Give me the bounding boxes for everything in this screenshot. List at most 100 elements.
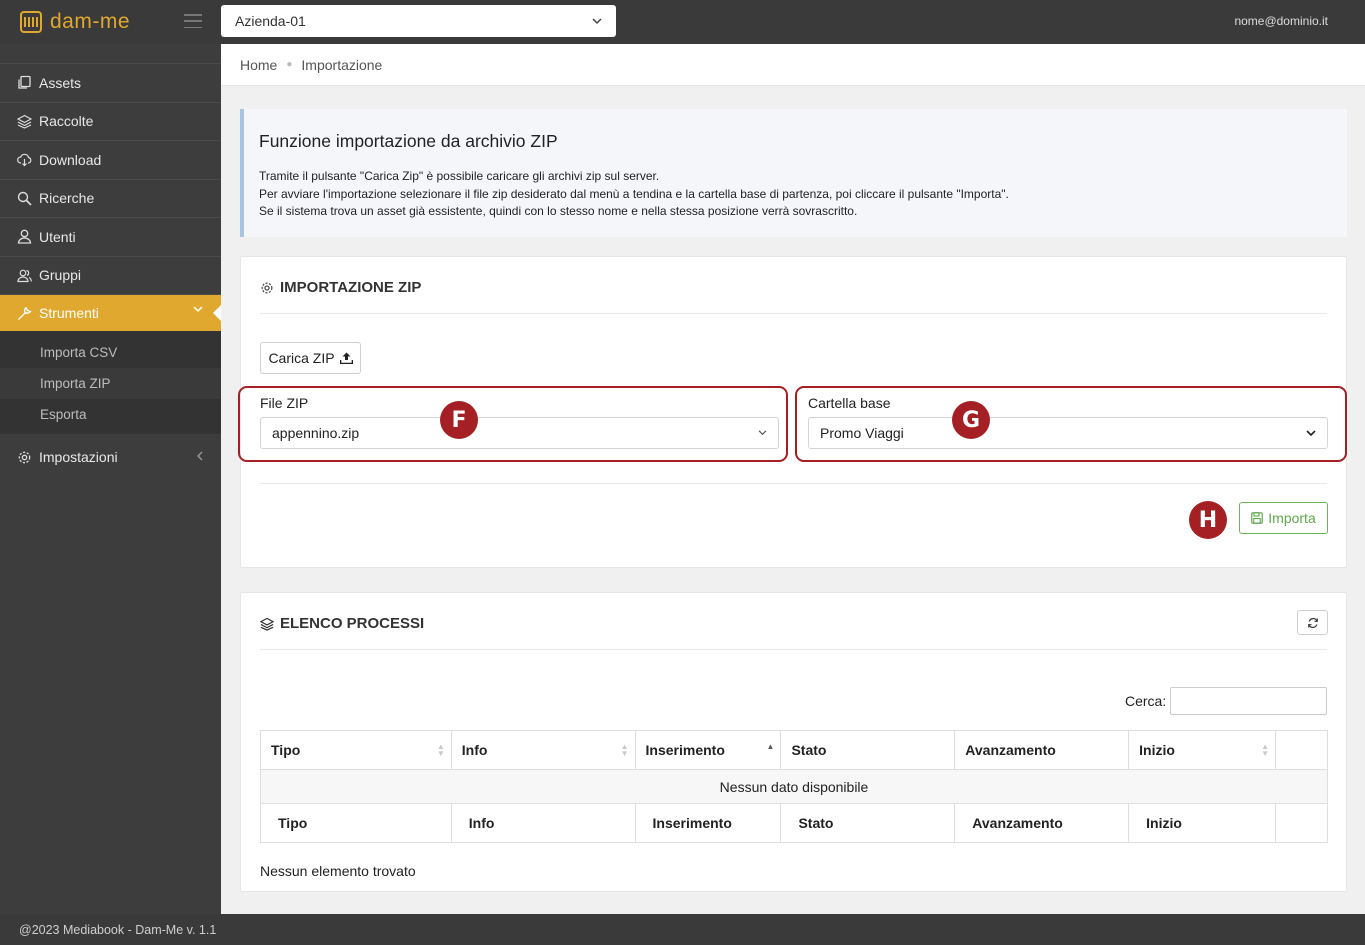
- upload-icon: [339, 352, 353, 364]
- strumenti-submenu: Importa CSV Importa ZIP Esporta: [0, 331, 221, 434]
- submenu-item-importa-csv[interactable]: Importa CSV: [0, 337, 221, 368]
- column-header-info[interactable]: Info ▲ ▼: [450, 730, 636, 770]
- footer-text: @2023 Mediabook - Dam-Me v. 1.1: [19, 922, 217, 937]
- cartella-base-label: Cartella base: [808, 395, 891, 411]
- submenu-item-esporta[interactable]: Esporta: [0, 399, 221, 430]
- column-header-stato: Stato: [780, 730, 956, 770]
- no-items-message: Nessun elemento trovato: [260, 863, 416, 879]
- top-bar: dam-me Azienda-01 nome@dominio.it: [0, 0, 1365, 44]
- sidebar-item-gruppi[interactable]: Gruppi: [0, 257, 221, 295]
- sidebar-item-raccolte[interactable]: Raccolte: [0, 103, 221, 141]
- search-input[interactable]: [1170, 687, 1327, 715]
- import-card-header: IMPORTAZIONE ZIP: [260, 279, 421, 296]
- callout-line: Per avviare l'importazione selezionare i…: [259, 186, 1009, 201]
- save-icon: [1251, 512, 1264, 524]
- sidebar-item-utenti[interactable]: Utenti: [0, 218, 221, 257]
- chevron-down-icon: [592, 17, 602, 24]
- wrench-icon: [16, 305, 32, 321]
- breadcrumb-separator: ●: [286, 59, 293, 70]
- table-row-empty: Nessun dato disponibile: [260, 769, 1328, 804]
- column-header-inserimento[interactable]: Inserimento ▲: [634, 730, 782, 770]
- sort-icon: ▲ ▼: [436, 742, 445, 758]
- sidebar-item-label: Impostazioni: [39, 449, 118, 466]
- callout-line: Se il sistema trova un asset già essiste…: [259, 204, 858, 218]
- import-zip-card: IMPORTAZIONE ZIP Carica ZIP File ZIP app…: [238, 256, 1347, 568]
- cartella-base-value: Promo Viaggi: [820, 425, 904, 441]
- footer-tipo: Tipo: [260, 803, 452, 843]
- process-card-header: ELENCO PROCESSI: [260, 615, 424, 632]
- sidebar-item-label: Assets: [39, 74, 82, 91]
- company-select-value: Azienda-01: [235, 13, 306, 29]
- gear-icon: [16, 449, 32, 465]
- cloud-download-icon: [16, 152, 32, 168]
- column-header-avanzamento: Avanzamento: [954, 730, 1130, 770]
- process-list-card: ELENCO PROCESSI Cerca: Tipo ▲ ▼ Info ▲ ▼ Ins…: [240, 592, 1347, 892]
- file-zip-select[interactable]: appennino.zip: [260, 417, 779, 449]
- sidebar-item-label: Strumenti: [39, 305, 99, 321]
- sidebar-item-assets[interactable]: Assets: [0, 64, 221, 103]
- user-icon: [16, 229, 32, 245]
- footer-stato: Stato: [780, 803, 956, 843]
- search-icon: [16, 190, 32, 206]
- footer-actions: [1275, 803, 1328, 843]
- upload-zip-label: Carica ZIP: [268, 350, 335, 366]
- sidebar-item-label: Utenti: [39, 228, 76, 245]
- menu-toggle-icon[interactable]: [184, 14, 202, 28]
- refresh-button[interactable]: [1297, 610, 1328, 635]
- table-footer-row: Tipo Info Inserimento Stato Avanzamento …: [260, 803, 1328, 843]
- logo-icon: [20, 11, 42, 33]
- brand-name: dam-me: [50, 10, 131, 33]
- footer-inserimento: Inserimento: [634, 803, 782, 843]
- footer-avanzamento: Avanzamento: [954, 803, 1130, 843]
- sort-icon: ▲ ▼: [1261, 742, 1270, 758]
- footer: @2023 Mediabook - Dam-Me v. 1.1: [0, 914, 1365, 945]
- info-callout: Funzione importazione da archivio ZIP Tr…: [240, 109, 1347, 237]
- import-button-label: Importa: [1268, 510, 1316, 526]
- table-header-row: Tipo ▲ ▼ Info ▲ ▼ Inserimento ▲ Stato Avanzam…: [260, 730, 1328, 770]
- sidebar-item-label: Raccolte: [39, 113, 94, 130]
- column-header-inizio[interactable]: Inizio ▲ ▼: [1128, 730, 1277, 770]
- breadcrumb-home[interactable]: Home: [240, 57, 277, 73]
- sidebar-item-label: Download: [39, 151, 102, 168]
- footer-info: Info: [450, 803, 636, 843]
- process-table: Tipo ▲ ▼ Info ▲ ▼ Inserimento ▲ Stato Avanzam…: [260, 730, 1328, 843]
- file-zip-label: File ZIP: [260, 395, 309, 411]
- gear-icon: [261, 282, 273, 293]
- chevron-down-icon: [758, 430, 767, 436]
- callout-line: Tramite il pulsante "Carica Zip" è possi…: [259, 169, 660, 183]
- chevron-left-icon: [197, 451, 203, 461]
- submenu-item-importa-zip[interactable]: Importa ZIP: [0, 368, 221, 399]
- card-title: IMPORTAZIONE ZIP: [280, 279, 422, 296]
- users-icon: [16, 267, 32, 283]
- annotation-badge-h: H: [1189, 501, 1227, 539]
- cartella-base-select[interactable]: Promo Viaggi: [808, 417, 1328, 449]
- breadcrumb-current: Importazione: [301, 56, 383, 73]
- sidebar-item-label: Gruppi: [39, 267, 82, 284]
- column-header-actions: [1275, 730, 1328, 770]
- user-email[interactable]: nome@dominio.it: [1234, 14, 1328, 28]
- layers-icon: [16, 113, 32, 129]
- company-select[interactable]: Azienda-01: [221, 5, 616, 37]
- main-content: Funzione importazione da archivio ZIP Tr…: [221, 86, 1365, 914]
- refresh-icon: [1307, 617, 1318, 628]
- sidebar-item-strumenti[interactable]: Strumenti: [0, 295, 222, 331]
- column-header-tipo[interactable]: Tipo ▲ ▼: [260, 730, 452, 770]
- brand-logo[interactable]: dam-me: [20, 9, 130, 35]
- divider: [260, 313, 1327, 314]
- chevron-down-icon: [1306, 429, 1316, 436]
- sidebar-item-ricerche[interactable]: Ricerche: [0, 180, 221, 218]
- divider: [260, 483, 1327, 484]
- empty-table-message: Nessun dato disponibile: [260, 769, 1328, 804]
- upload-zip-button[interactable]: Carica ZIP: [260, 342, 361, 374]
- sidebar-item-download[interactable]: Download: [0, 141, 221, 180]
- sidebar: Assets Raccolte Download Ricerche Utenti…: [0, 44, 222, 914]
- sidebar-item-impostazioni[interactable]: Impostazioni: [0, 438, 221, 477]
- divider: [260, 649, 1327, 650]
- layers-icon: [260, 617, 274, 631]
- import-button[interactable]: Importa: [1239, 502, 1328, 534]
- copy-icon: [16, 75, 32, 91]
- annotation-badge-f: F: [440, 401, 478, 439]
- card-title: ELENCO PROCESSI: [280, 615, 425, 632]
- search-label: Cerca:: [1125, 693, 1167, 709]
- sidebar-item-label: Ricerche: [39, 190, 95, 207]
